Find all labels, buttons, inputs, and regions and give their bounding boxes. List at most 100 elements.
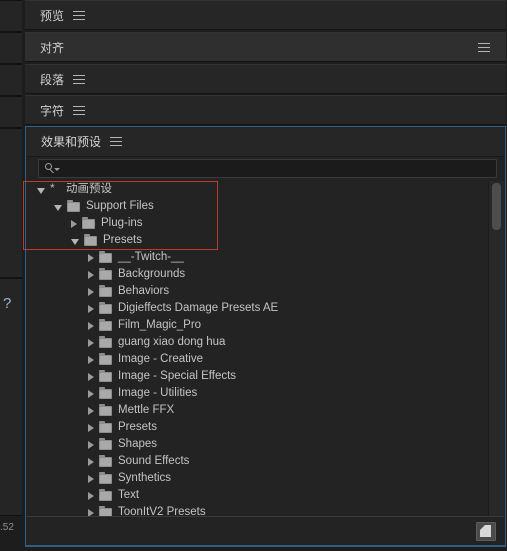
panel-bar-paragraph[interactable]: 段落 [25,64,506,94]
folder-icon [99,437,112,450]
chevron-right-icon[interactable] [88,355,94,364]
chevron-right-icon[interactable] [88,389,94,398]
tree-row[interactable]: Image - Creative [27,351,489,368]
tree-row-label: Shapes [118,438,158,450]
panel-bar-character[interactable]: 字符 [25,95,506,125]
folder-icon [99,488,112,501]
hamburger-menu-icon[interactable] [478,42,490,52]
folder-icon [99,284,112,297]
tree-row-label: __-Twitch-__ [118,251,184,263]
folder-icon [99,386,112,399]
tree-row-label: Synthetics [118,472,172,484]
scrollbar-thumb[interactable] [492,183,501,231]
tree-row-label: Text [118,489,140,501]
panel-bar-preview[interactable]: 预览 [25,0,506,30]
tree-row[interactable]: Backgrounds [27,266,489,283]
effects-panel-header[interactable]: 效果和预设 [26,127,505,157]
hamburger-menu-icon[interactable] [73,74,86,84]
chevron-right-icon[interactable] [88,491,94,500]
tree-row[interactable]: Support Files [27,198,489,215]
tree-row-label: 动画预设 [66,183,112,195]
tree-row[interactable]: guang xiao dong hua [27,334,489,351]
tree-row-label: Behaviors [118,285,170,297]
tree-row[interactable]: Image - Utilities [27,385,489,402]
tree-row[interactable]: Synthetics [27,470,489,487]
panel-bar-align[interactable]: 对齐 [25,32,506,62]
tree-row[interactable]: __-Twitch-__ [27,249,489,266]
tree-row[interactable]: 动画预设 [27,181,489,198]
tree-row[interactable]: Film_Magic_Pro [27,317,489,334]
tree-row[interactable]: Text [27,487,489,504]
tree-vertical-scrollbar[interactable] [488,181,504,517]
tree-row-label: Plug-ins [101,217,143,229]
panel-title-align: 对齐 [40,40,65,55]
tree-row-label: Sound Effects [118,455,190,467]
tree-row[interactable]: Digieffects Damage Presets AE [27,300,489,317]
chevron-right-icon[interactable] [88,304,94,313]
effects-tree-list[interactable]: 动画预设 Support Files Plug-ins Presets __-Twitc… [27,181,489,517]
gutter-segment [0,64,22,96]
hamburger-menu-icon[interactable] [73,10,86,20]
search-box[interactable] [38,159,497,178]
tree-row-label: guang xiao dong hua [118,336,226,348]
panel-title-preview: 预览 [40,8,65,23]
tree-row[interactable]: Presets [27,232,489,249]
chevron-right-icon[interactable] [88,372,94,381]
search-icon [45,162,60,175]
effects-and-presets-panel: 效果和预设 动画预设 Support Files Plug-ins Presets __… [25,126,506,546]
folder-icon [99,471,112,484]
chevron-right-icon[interactable] [88,406,94,415]
tree-row[interactable]: Plug-ins [27,215,489,232]
tree-row-label: Image - Utilities [118,387,198,399]
folder-icon [99,454,112,467]
folder-icon [99,403,112,416]
tree-row-label: Digieffects Damage Presets AE [118,302,279,314]
tree-row[interactable]: Mettle FFX [27,402,489,419]
new-folder-icon[interactable] [476,522,496,541]
search-row [26,157,505,181]
chevron-right-icon[interactable] [88,287,94,296]
chevron-right-icon[interactable] [71,219,77,228]
left-gutter-strip: ? .52 [0,0,22,551]
chevron-right-icon[interactable] [88,457,94,466]
chevron-right-icon[interactable] [88,423,94,432]
chevron-right-icon[interactable] [88,474,94,483]
hamburger-menu-icon[interactable] [73,105,86,115]
gutter-segment [0,128,22,278]
tree-row-label: Mettle FFX [118,404,175,416]
tree-row-label: Presets [118,421,157,433]
folder-icon [99,267,112,280]
chevron-down-icon[interactable] [54,204,62,211]
tree-row[interactable]: Behaviors [27,283,489,300]
folder-icon [99,301,112,314]
tree-row[interactable]: Shapes [27,436,489,453]
chevron-down-icon[interactable] [37,187,45,194]
tree-row[interactable]: Image - Special Effects [27,368,489,385]
folder-icon [99,318,112,331]
effects-tree-container: 动画预设 Support Files Plug-ins Presets __-Twitc… [27,181,504,517]
gutter-segment [0,0,22,32]
search-input[interactable] [64,160,496,177]
folder-icon [84,233,97,246]
chevron-down-icon[interactable] [71,238,79,245]
chevron-right-icon[interactable] [88,321,94,330]
folder-icon [82,216,95,229]
panel-title-paragraph: 段落 [40,72,65,87]
chevron-right-icon[interactable] [88,338,94,347]
gutter-value-label: .52 [0,522,14,533]
folder-icon [67,199,80,212]
panel-bottom-edge [25,546,506,551]
gutter-segment [0,96,22,128]
chevron-right-icon[interactable] [88,440,94,449]
tree-row[interactable]: Sound Effects [27,453,489,470]
animation-preset-icon [50,181,61,195]
folder-icon [99,335,112,348]
chevron-right-icon[interactable] [88,270,94,279]
chevron-right-icon[interactable] [88,253,94,262]
help-icon[interactable]: ? [3,296,11,311]
tree-row-label: Image - Special Effects [118,370,237,382]
tree-row-label: Backgrounds [118,268,186,280]
effects-panel-footer [27,516,504,544]
tree-row[interactable]: Presets [27,419,489,436]
hamburger-menu-icon[interactable] [110,137,123,146]
